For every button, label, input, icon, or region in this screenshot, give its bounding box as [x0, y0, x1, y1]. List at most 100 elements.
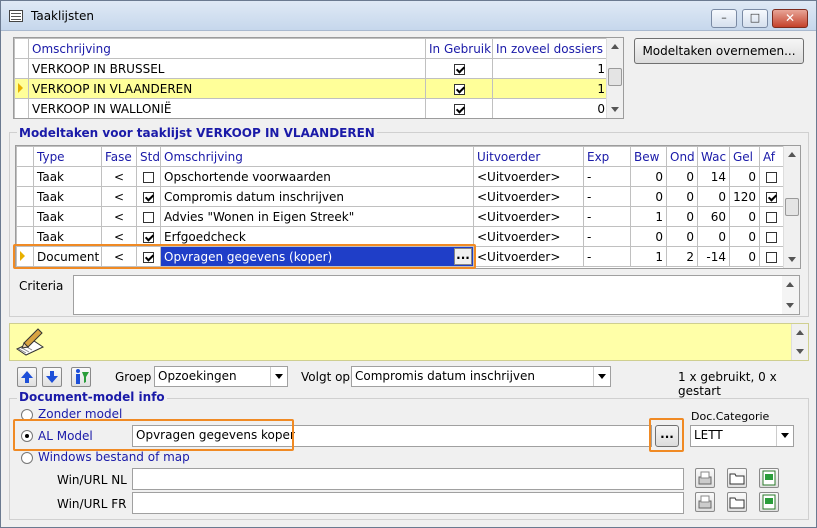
- scroll-down-icon[interactable]: [611, 107, 619, 112]
- task-fase[interactable]: <: [101, 166, 137, 187]
- criteria-scrollbar[interactable]: [782, 276, 799, 314]
- task-fase[interactable]: <: [101, 186, 137, 207]
- task-type[interactable]: Taak: [33, 166, 102, 187]
- task-gel[interactable]: 0: [729, 226, 760, 247]
- task-gel[interactable]: 120: [729, 186, 760, 207]
- af-cell[interactable]: [759, 186, 784, 207]
- move-down-button[interactable]: [42, 367, 62, 387]
- scroll-thumb[interactable]: [608, 68, 622, 86]
- url-fr-folder-button[interactable]: [727, 492, 747, 512]
- task-exp[interactable]: -: [583, 246, 631, 267]
- af-checkbox[interactable]: [766, 171, 777, 183]
- task-wac[interactable]: 14: [697, 166, 730, 187]
- tasklist-name[interactable]: VERKOOP IN WALLONIË: [28, 98, 426, 118]
- table-row[interactable]: VERKOOP IN BRUSSEL 1: [14, 58, 609, 79]
- notes-scrollbar[interactable]: [791, 324, 808, 360]
- url-fr-input[interactable]: [132, 492, 684, 514]
- in-use-checkbox[interactable]: [453, 63, 465, 75]
- task-ond[interactable]: 0: [666, 226, 698, 247]
- scroll-down-icon[interactable]: [786, 303, 794, 308]
- scroll-down-icon[interactable]: [796, 349, 804, 354]
- chevron-down-icon[interactable]: [270, 367, 287, 386]
- task-ond[interactable]: 0: [666, 166, 698, 187]
- col-exp[interactable]: Exp: [583, 146, 631, 167]
- task-desc[interactable]: Advies "Wonen in Eigen Streek": [160, 206, 474, 227]
- af-checkbox[interactable]: [766, 191, 777, 203]
- task-wac[interactable]: 60: [697, 206, 730, 227]
- col-af[interactable]: Af: [759, 146, 784, 167]
- std-checkbox[interactable]: [143, 191, 154, 203]
- af-cell[interactable]: [759, 246, 784, 267]
- task-exp[interactable]: -: [583, 226, 631, 247]
- task-exp[interactable]: -: [583, 206, 631, 227]
- task-uitvoerder[interactable]: <Uitvoerder>: [473, 246, 584, 267]
- task-fase[interactable]: <: [101, 206, 137, 227]
- scroll-up-icon[interactable]: [796, 330, 804, 335]
- col-omschrijving[interactable]: Omschrijving: [160, 146, 474, 167]
- url-nl-scan-button[interactable]: [695, 468, 715, 488]
- table-row-selected[interactable]: VERKOOP IN VLAANDEREN 1: [14, 78, 609, 99]
- notes-panel[interactable]: [9, 323, 809, 361]
- task-exp[interactable]: -: [583, 186, 631, 207]
- task-gel[interactable]: 0: [729, 246, 760, 267]
- col-gel[interactable]: Gel: [729, 146, 760, 167]
- col-std[interactable]: Std: [136, 146, 161, 167]
- table-row[interactable]: Taak < Advies "Wonen in Eigen Streek" <U…: [16, 206, 784, 227]
- scroll-down-icon[interactable]: [788, 257, 796, 262]
- task-uitvoerder[interactable]: <Uitvoerder>: [473, 166, 584, 187]
- af-cell[interactable]: [759, 206, 784, 227]
- task-ond[interactable]: 2: [666, 246, 698, 267]
- move-up-button[interactable]: [17, 367, 37, 387]
- task-bew[interactable]: 0: [630, 226, 667, 247]
- std-cell[interactable]: [136, 166, 161, 187]
- windows-bestand-label[interactable]: Windows bestand of map: [38, 450, 190, 464]
- table-row[interactable]: VERKOOP IN WALLONIË 0: [14, 98, 609, 118]
- url-nl-folder-button[interactable]: [727, 468, 747, 488]
- task-uitvoerder[interactable]: <Uitvoerder>: [473, 206, 584, 227]
- task-uitvoerder[interactable]: <Uitvoerder>: [473, 186, 584, 207]
- col-wac[interactable]: Wac: [697, 146, 730, 167]
- groep-select[interactable]: Opzoekingen: [154, 366, 288, 387]
- info-filter-button[interactable]: [71, 367, 91, 387]
- task-bew[interactable]: 0: [630, 186, 667, 207]
- doc-categorie-select[interactable]: LETT: [690, 425, 794, 447]
- task-wac[interactable]: 0: [697, 186, 730, 207]
- std-cell[interactable]: [136, 206, 161, 227]
- col-in-zoveel-dossiers[interactable]: In zoveel dossiers: [492, 38, 609, 59]
- task-type[interactable]: Taak: [33, 186, 102, 207]
- scroll-thumb[interactable]: [785, 198, 799, 216]
- af-cell[interactable]: [759, 226, 784, 247]
- col-uitvoerder[interactable]: Uitvoerder: [473, 146, 584, 167]
- url-fr-word-button[interactable]: [759, 492, 779, 512]
- maximize-button[interactable]: □: [742, 9, 768, 28]
- af-checkbox[interactable]: [766, 211, 777, 223]
- scroll-up-icon[interactable]: [786, 282, 794, 287]
- scroll-up-icon[interactable]: [611, 44, 619, 49]
- in-use-checkbox[interactable]: [453, 103, 465, 115]
- in-use-checkbox[interactable]: [453, 83, 465, 95]
- modeltaken-scrollbar[interactable]: [783, 146, 800, 268]
- task-gel[interactable]: 0: [729, 206, 760, 227]
- task-type[interactable]: Taak: [33, 206, 102, 227]
- url-nl-input[interactable]: [132, 468, 684, 490]
- task-gel[interactable]: 0: [729, 166, 760, 187]
- edit-note-icon[interactable]: [14, 327, 46, 357]
- minimize-button[interactable]: –: [711, 9, 737, 28]
- col-ond[interactable]: Ond: [666, 146, 698, 167]
- criteria-field[interactable]: [73, 275, 800, 315]
- col-type[interactable]: Type: [33, 146, 102, 167]
- col-bew[interactable]: Bew: [630, 146, 667, 167]
- modeltaken-overnemen-button[interactable]: Modeltaken overnemen...: [634, 38, 804, 64]
- std-checkbox[interactable]: [143, 211, 154, 223]
- af-checkbox[interactable]: [766, 231, 777, 243]
- in-use-cell[interactable]: [425, 58, 493, 79]
- task-bew[interactable]: 1: [630, 246, 667, 267]
- table-row[interactable]: Taak < Opschortende voorwaarden <Uitvoer…: [16, 166, 784, 187]
- volgt-op-select[interactable]: Compromis datum inschrijven: [351, 366, 611, 387]
- task-exp[interactable]: -: [583, 166, 631, 187]
- task-desc[interactable]: Compromis datum inschrijven: [160, 186, 474, 207]
- scroll-up-icon[interactable]: [788, 152, 796, 157]
- task-wac[interactable]: 0: [697, 226, 730, 247]
- tasklist-name[interactable]: VERKOOP IN VLAANDEREN: [28, 78, 426, 99]
- chevron-down-icon[interactable]: [593, 367, 610, 386]
